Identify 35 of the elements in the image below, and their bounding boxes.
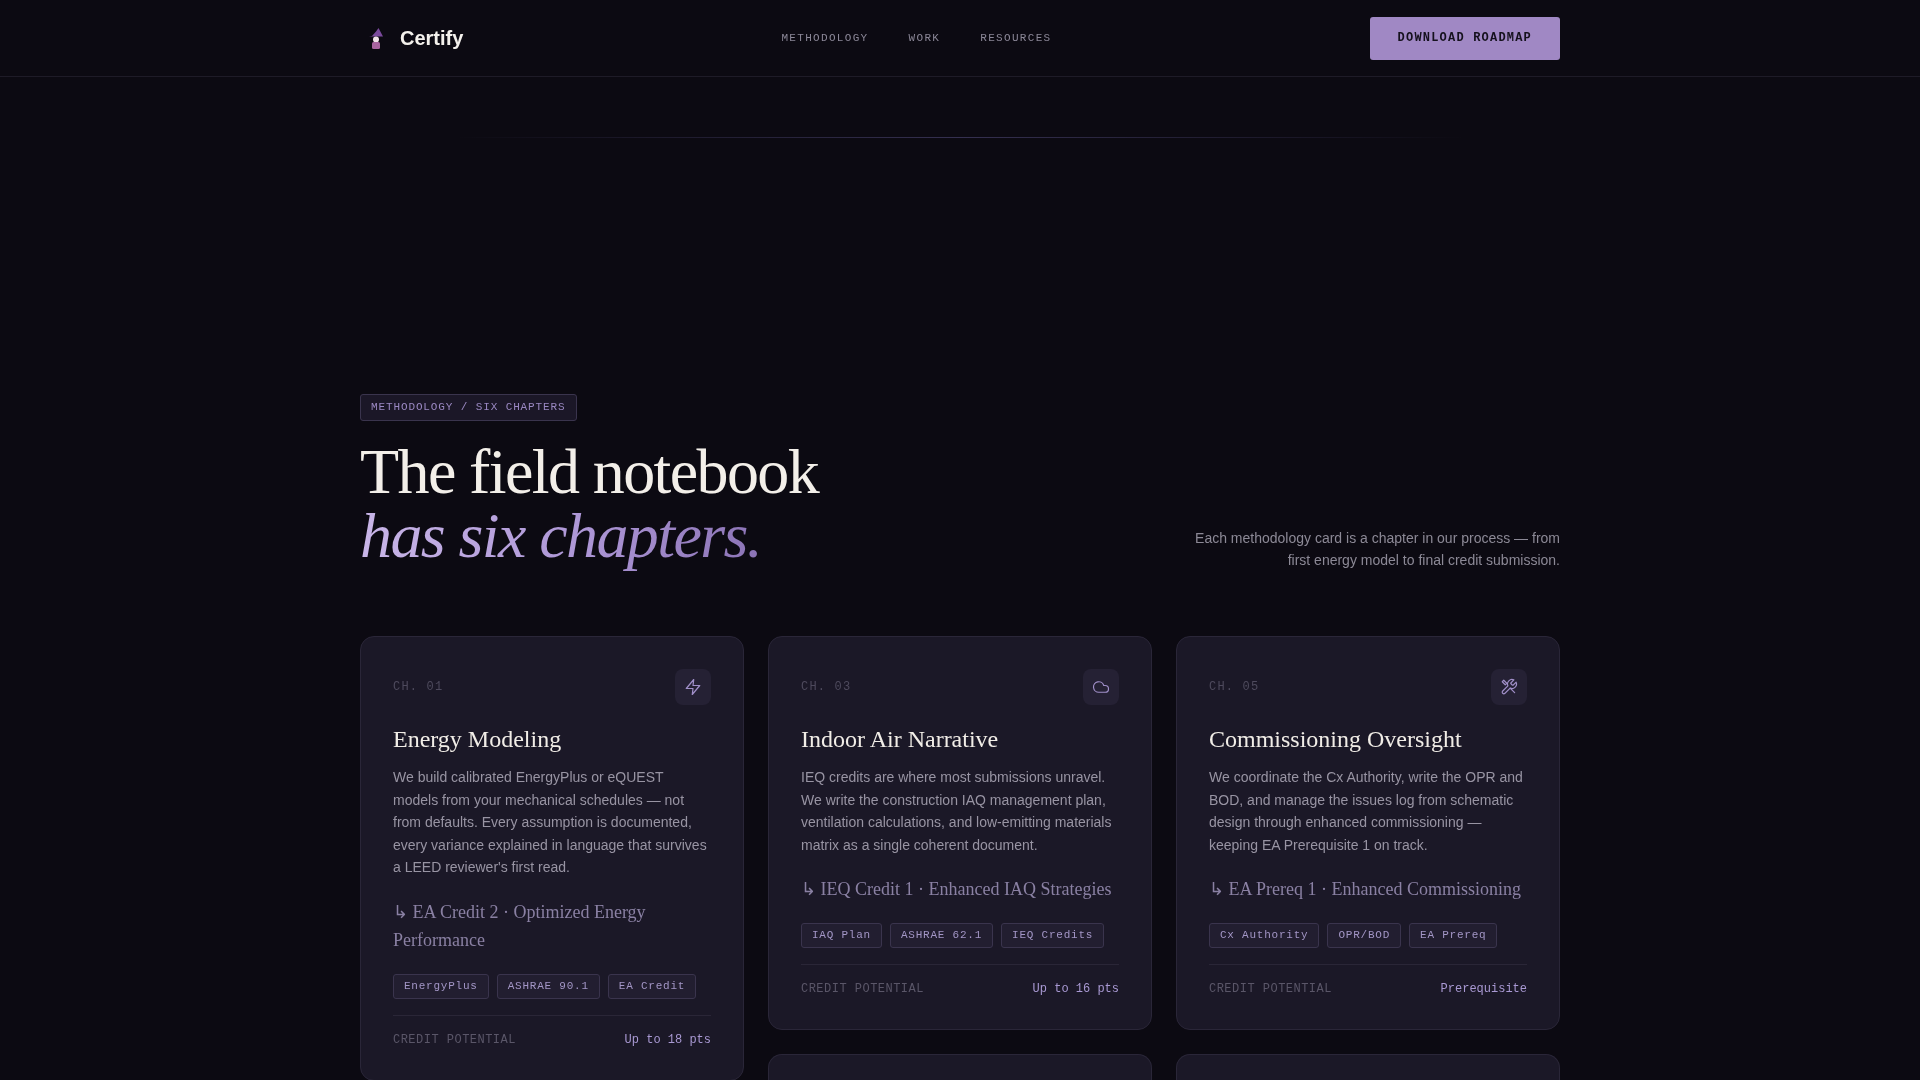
keyword-tag: ASHRAE 62.1 xyxy=(889,923,994,949)
keyword-tag: IAQ Plan xyxy=(801,923,882,949)
card-title: Indoor Air Narrative xyxy=(801,725,1000,754)
credit-potential: Up to 16 pts xyxy=(1032,981,1119,998)
keyword-tag: Cx Authority xyxy=(1209,923,1320,949)
intro-text: Each methodology card is a chapter in our process — from first energy model to final credit submission. xyxy=(1194,529,1560,570)
download-button[interactable]: DOWNLOAD ROADMAP xyxy=(1369,16,1560,60)
footer-label: CREDIT POTENTIAL xyxy=(801,981,924,998)
footer-label: CREDIT POTENTIAL xyxy=(1209,981,1332,998)
brand-name[interactable]: Certify xyxy=(400,26,464,50)
card-description: We coordinate the Cx Authority, write the OPR and BOD, and manage the issues log from schematic design through enhanced commissioning — keeping EA Prerequisite 1 on track. xyxy=(1209,768,1524,855)
credit-reference: ↳ IEQ Credit 1 · Enhanced IAQ Strategies xyxy=(801,878,1113,902)
cloud-icon xyxy=(1083,669,1119,705)
nav-link[interactable]: WORK xyxy=(908,32,941,44)
card-description: IEQ credits are where most submissions unravel. We write the construction IAQ management plan, ventilation calculations, and low-emitting materials matrix as a single coherent document. xyxy=(801,768,1113,855)
nav-link[interactable]: METHODOLOGY xyxy=(781,32,869,44)
credit-potential: Up to 18 pts xyxy=(624,1031,711,1048)
card-title: Commissioning Oversight xyxy=(1209,725,1463,754)
card-description: We build calibrated EnergyPlus or eQUEST models from your mechanical schedules — not from defaults. Every assumption is documented, every variance explained in language that survives a LEED reviewer's first read. xyxy=(393,768,708,878)
tools-icon xyxy=(1491,669,1527,705)
keyword-tag: OPR/BOD xyxy=(1327,923,1402,949)
credit-reference: ↳ EA Prereq 1 · Enhanced Commissioning xyxy=(1209,878,1522,902)
section-label: METHODOLOGY / SIX CHAPTERS xyxy=(360,394,577,421)
keyword-tag: IEQ Credits xyxy=(1001,923,1105,949)
footer-label: CREDIT POTENTIAL xyxy=(393,1031,516,1048)
credit-reference: ↳ EA Credit 2 · Optimized Energy Performance xyxy=(393,900,647,952)
credit-potential: Prerequisite xyxy=(1440,981,1527,998)
hat-figure-icon xyxy=(369,27,383,49)
lightning-icon xyxy=(675,669,711,705)
nav-link[interactable]: RESOURCES xyxy=(980,32,1052,44)
keyword-tag: EnergyPlus xyxy=(393,973,489,999)
card-title: Energy Modeling xyxy=(393,725,563,754)
keyword-tag: EA Credit xyxy=(607,973,697,999)
keyword-tag: ASHRAE 90.1 xyxy=(496,973,600,999)
keyword-tag: EA Prereq xyxy=(1409,923,1498,949)
